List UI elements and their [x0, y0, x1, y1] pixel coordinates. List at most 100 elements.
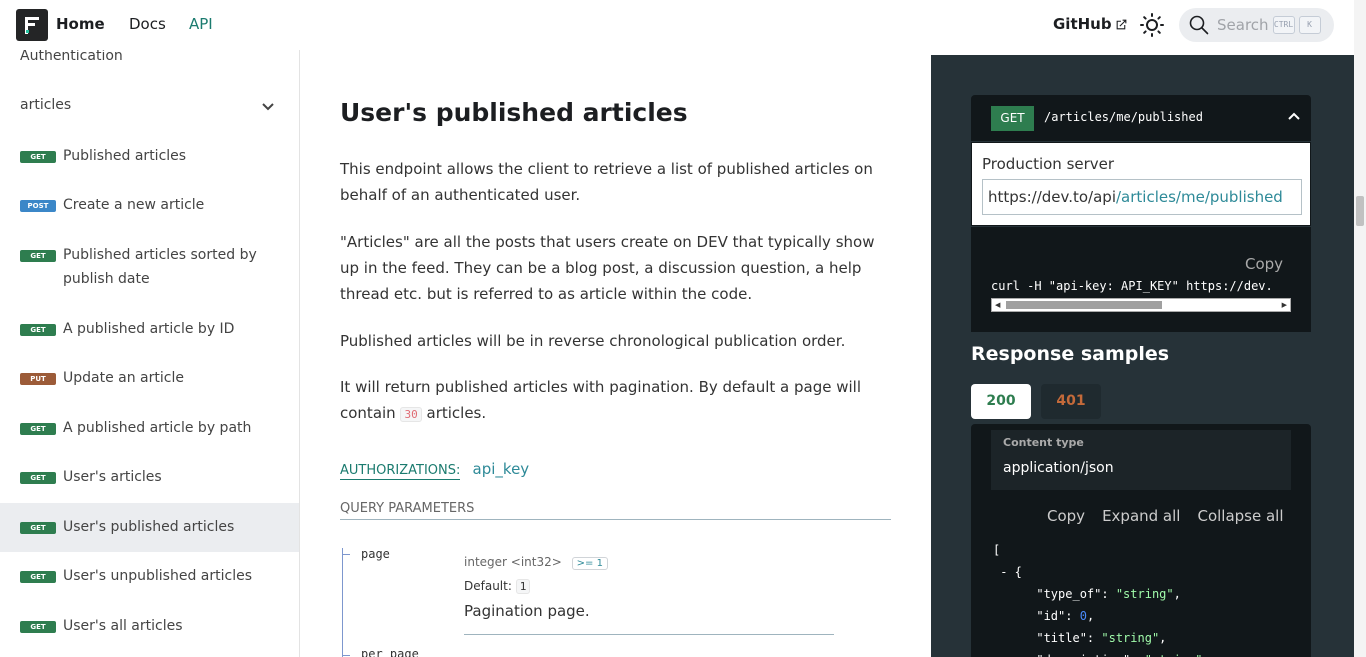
default-label: Default: [464, 579, 512, 593]
sidebar-item-label: User's unpublished articles [63, 568, 252, 584]
content-type-label: Content type [1003, 436, 1084, 449]
method-badge: PUT [20, 373, 56, 385]
method-badge: GET [20, 472, 56, 484]
json-sample: [ - { "type_of": "string", "id": 0, "tit… [993, 543, 1210, 657]
sidebar-item-label: Update an article [63, 370, 184, 386]
order-paragraph: Published articles will be in reverse ch… [340, 332, 846, 350]
authorizations-row: AUTHORIZATIONS: api_key [340, 460, 530, 480]
chevron-down-icon[interactable] [260, 98, 276, 114]
right-panel: GET /articles/me/published Production se… [931, 55, 1354, 657]
chevron-up-icon [1288, 112, 1300, 120]
articles-paragraph: "Articles" are all the posts that users … [340, 233, 875, 303]
server-box: Production server https://dev.to/api/art… [971, 142, 1311, 226]
method-badge: GET [20, 571, 56, 583]
sidebar-category-articles[interactable]: articles [20, 97, 71, 113]
external-link-icon [1116, 19, 1126, 29]
sidebar-item-label: User's published articles [63, 519, 235, 535]
param-default: Default: 1 [464, 579, 531, 594]
sidebar-item-label: A published article by ID [63, 321, 235, 337]
sidebar-item-authentication[interactable]: Authentication [20, 50, 123, 64]
sidebar-item-label: User's all articles [63, 618, 183, 634]
endpoint-method-badge: GET [991, 106, 1034, 131]
sidebar-item-label: Published articles [63, 148, 187, 164]
param-tree-line [342, 548, 343, 657]
curl-sample: Copy curl -H "api-key: API_KEY" https://… [971, 227, 1311, 332]
page-scrollbar[interactable] [1354, 0, 1366, 657]
expand-all-button[interactable]: Expand all [1102, 507, 1180, 525]
pagination-paragraph: It will return published articles with p… [340, 374, 895, 428]
sidebar-item-article-by-id[interactable]: GET A published article by ID [0, 320, 299, 360]
sidebar-item-update-article[interactable]: PUT Update an article [0, 369, 299, 409]
nav-github-link[interactable]: GitHub [1053, 15, 1128, 33]
sidebar-item-published-sorted[interactable]: GET Published articles sorted by publish… [0, 246, 299, 306]
scroll-left-icon[interactable]: ◀ [995, 301, 1000, 309]
inline-code: 30 [400, 407, 422, 422]
sidebar-item-users-unpublished[interactable]: GET User's unpublished articles [0, 567, 299, 607]
ctrl-key-hint: CTRL [1272, 16, 1295, 34]
auth-api-key-link[interactable]: api_key [473, 460, 530, 478]
param-name-page: page [361, 547, 390, 561]
param-type-label: integer <int32> [464, 555, 562, 569]
scroll-right-icon[interactable]: ▶ [1282, 301, 1287, 309]
sidebar-item-label: User's articles [63, 469, 162, 485]
tab-200[interactable]: 200 [971, 384, 1031, 419]
endpoint-path: /articles/me/published [1044, 110, 1203, 124]
logo-icon[interactable] [16, 9, 48, 41]
server-title: Production server [982, 155, 1115, 173]
nav-docs-link[interactable]: Docs [129, 15, 166, 33]
response-samples-heading: Response samples [971, 343, 1170, 365]
param-constraint: >= 1 [571, 557, 608, 570]
response-sample-box: Content type application/json Copy Expan… [971, 424, 1311, 657]
description-paragraph: This endpoint allows the client to retri… [340, 160, 873, 204]
server-url-base: https://dev.to/api [988, 188, 1116, 206]
param-description: Pagination page. [464, 602, 590, 620]
search-button[interactable]: Search CTRL K [1179, 8, 1334, 42]
query-parameters-heading: QUERY PARAMETERS [340, 501, 891, 520]
sidebar-item-label: A published article by path [63, 420, 252, 436]
sidebar-item-published-articles[interactable]: GET Published articles [0, 147, 299, 187]
method-badge: GET [20, 423, 56, 435]
tab-401[interactable]: 401 [1041, 384, 1101, 419]
authorizations-label: AUTHORIZATIONS: [340, 463, 461, 480]
k-key-hint: K [1298, 16, 1321, 34]
method-badge: GET [20, 250, 56, 262]
sidebar-item-create-article[interactable]: POST Create a new article [0, 196, 299, 236]
content-type-value[interactable]: application/json [1003, 460, 1114, 476]
default-value: 1 [515, 579, 531, 594]
method-badge: GET [20, 522, 56, 534]
page-title: User's published articles [340, 98, 688, 127]
top-navbar: Home Docs API GitHub Search CTRL K [0, 0, 1366, 50]
sidebar: Authentication articles GET Published ar… [0, 50, 300, 657]
method-badge: POST [20, 200, 56, 212]
search-placeholder: Search [1217, 16, 1269, 34]
sun-icon[interactable] [1140, 13, 1164, 37]
param-tree-tick [342, 655, 350, 656]
param-tree-tick [342, 554, 350, 555]
main-content: User's published articles This endpoint … [300, 50, 931, 657]
sidebar-item-label: Create a new article [63, 197, 205, 213]
divider [464, 634, 834, 635]
server-url-path: /articles/me/published [1116, 188, 1283, 206]
sidebar-item-users-published[interactable]: GET User's published articles [0, 503, 299, 552]
sidebar-item-users-articles[interactable]: GET User's articles [0, 468, 299, 508]
collapse-all-button[interactable]: Collapse all [1197, 507, 1283, 525]
sidebar-item-users-all[interactable]: GET User's all articles [0, 617, 299, 657]
copy-json-button[interactable]: Copy [1047, 507, 1085, 525]
sidebar-item-article-by-path[interactable]: GET A published article by path [0, 419, 299, 459]
curl-scrollbar[interactable]: ◀ ▶ [991, 298, 1291, 312]
nav-api-link[interactable]: API [189, 15, 213, 33]
search-icon [1189, 15, 1209, 35]
github-label: GitHub [1053, 15, 1112, 33]
content-type-box: Content type application/json [991, 430, 1291, 490]
json-toolbar: Copy Expand all Collapse all [1047, 507, 1284, 525]
param-name-per-page: per_page [361, 647, 419, 657]
method-badge: GET [20, 151, 56, 163]
param-type: integer <int32> >= 1 [464, 555, 608, 570]
method-badge: GET [20, 621, 56, 633]
nav-home-link[interactable]: Home [56, 15, 105, 33]
endpoint-toggle[interactable]: GET /articles/me/published [971, 95, 1311, 141]
curl-code: curl -H "api-key: API_KEY" https://dev. [991, 279, 1273, 293]
server-url[interactable]: https://dev.to/api/articles/me/published [982, 179, 1302, 215]
copy-button[interactable]: Copy [1245, 255, 1283, 273]
method-badge: GET [20, 324, 56, 336]
